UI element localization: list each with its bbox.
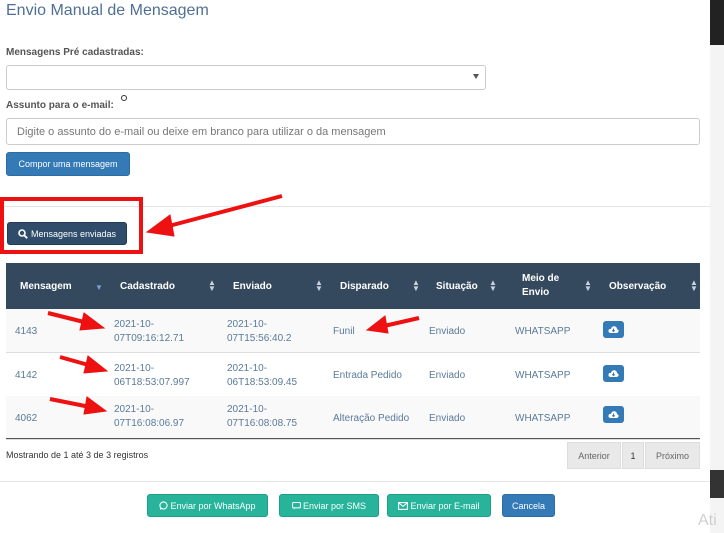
- cell-enviado: 2021-10- 07T15:56:40.2: [227, 319, 292, 344]
- cancel-button[interactable]: Cancela: [502, 494, 555, 517]
- footer-divider: [0, 481, 710, 482]
- col-header-cadastrado[interactable]: Cadastrado: [120, 263, 175, 309]
- cell-enviado: 2021-10- 06T18:53:09.45: [227, 363, 298, 388]
- compose-message-label: Compor uma mensagem: [18, 159, 118, 169]
- subject-input[interactable]: Digite o assunto do e-mail ou deixe em b…: [6, 118, 700, 145]
- sort-icon: ▲ ▼: [315, 278, 323, 293]
- download-button[interactable]: [603, 365, 624, 382]
- send-sms-label: Enviar por SMS: [302, 500, 367, 511]
- cell-id: 4062: [15, 413, 38, 424]
- table-bottom-border: [6, 438, 700, 439]
- sort-icon: ▲ ▼: [584, 278, 592, 293]
- pre-registered-label: Mensagens Pré cadastradas:: [6, 47, 144, 58]
- pre-registered-select[interactable]: [6, 65, 486, 90]
- send-sms-button[interactable]: Enviar por SMS: [279, 494, 379, 517]
- compose-message-button[interactable]: Compor uma mensagem: [6, 152, 130, 176]
- cloud-download-icon: [608, 411, 619, 418]
- table-row: 4143 2021-10- 07T09:16:12.71 2021-10- 07T1…: [6, 309, 700, 353]
- sort-desc-icon: ▼: [95, 283, 103, 292]
- cell-disparado: Alteração Pedido: [333, 413, 410, 424]
- col-header-meio[interactable]: Meio de Envio: [522, 263, 572, 309]
- annotation-highlight-box: [0, 197, 143, 254]
- whatsapp-icon: [159, 501, 169, 510]
- pagination-page-1[interactable]: 1: [622, 442, 644, 469]
- pagination-next[interactable]: Próximo: [645, 442, 700, 469]
- sort-icon: ▲ ▼: [412, 278, 420, 293]
- background-dark-top: [710, 0, 724, 45]
- cell-id: 4142: [15, 370, 38, 381]
- sms-icon: [292, 501, 301, 510]
- col-header-disparado[interactable]: Disparado: [340, 263, 389, 309]
- sort-icon: ▲ ▼: [489, 278, 497, 293]
- cell-cadastrado: 2021-10- 07T16:08:06.97: [114, 404, 185, 429]
- cloud-download-icon: [608, 370, 619, 377]
- send-email-label: Enviar por E-mail: [410, 500, 480, 511]
- envelope-icon: [398, 501, 409, 510]
- cell-disparado: Funil: [333, 326, 355, 337]
- background-dark-bottom: [710, 470, 724, 498]
- pagination-prev[interactable]: Anterior: [567, 442, 621, 469]
- download-button[interactable]: [603, 321, 624, 338]
- cursor-ring-icon: [121, 95, 127, 101]
- cell-situacao: Enviado: [429, 370, 466, 381]
- sort-icon: ▲ ▼: [208, 278, 216, 293]
- send-whatsapp-label: Enviar por WhatsApp: [170, 500, 256, 511]
- cell-enviado: 2021-10- 07T16:08:08.75: [227, 404, 298, 429]
- col-header-observacao[interactable]: Observação: [609, 263, 666, 309]
- subject-label: Assunto para o e-mail:: [6, 100, 114, 111]
- chevron-down-icon: [473, 74, 479, 79]
- cell-situacao: Enviado: [429, 413, 466, 424]
- cell-cadastrado: 2021-10- 07T09:16:12.71: [114, 319, 185, 344]
- send-whatsapp-button[interactable]: Enviar por WhatsApp: [147, 494, 268, 517]
- records-info: Mostrando de 1 até 3 de 3 registros: [6, 450, 149, 460]
- cancel-label: Cancela: [511, 500, 546, 511]
- cell-cadastrado: 2021-10- 06T18:53:07.997: [114, 363, 190, 388]
- col-header-mensagem[interactable]: Mensagem: [20, 263, 72, 309]
- table-row: 4142 2021-10- 06T18:53:07.997 2021-10- 06T…: [6, 353, 700, 397]
- download-button[interactable]: [603, 406, 624, 423]
- cloud-download-icon: [608, 326, 619, 333]
- col-header-enviado[interactable]: Enviado: [233, 263, 272, 309]
- col-header-situacao[interactable]: Situação: [436, 263, 478, 309]
- cell-situacao: Enviado: [429, 326, 466, 337]
- sort-icon: ▲ ▼: [690, 278, 698, 293]
- cell-meio: WHATSAPP: [515, 370, 571, 381]
- watermark-text: Ati: [698, 512, 717, 529]
- table-header: Mensagem ▼ Cadastrado ▲ ▼ Enviado ▲ ▼ Disp…: [6, 263, 700, 309]
- send-message-modal: Envio Manual de Mensagem Mensagens Pré c…: [0, 0, 710, 533]
- modal-title: Envio Manual de Mensagem: [6, 2, 209, 19]
- table-row: 4062 2021-10- 07T16:08:06.97 2021-10- 07T1…: [6, 396, 700, 440]
- cell-meio: WHATSAPP: [515, 326, 571, 337]
- background-strip: [710, 0, 724, 533]
- cell-id: 4143: [15, 326, 38, 337]
- cell-disparado: Entrada Pedido: [333, 370, 402, 381]
- cell-meio: WHATSAPP: [515, 413, 571, 424]
- send-email-button[interactable]: Enviar por E-mail: [387, 494, 491, 517]
